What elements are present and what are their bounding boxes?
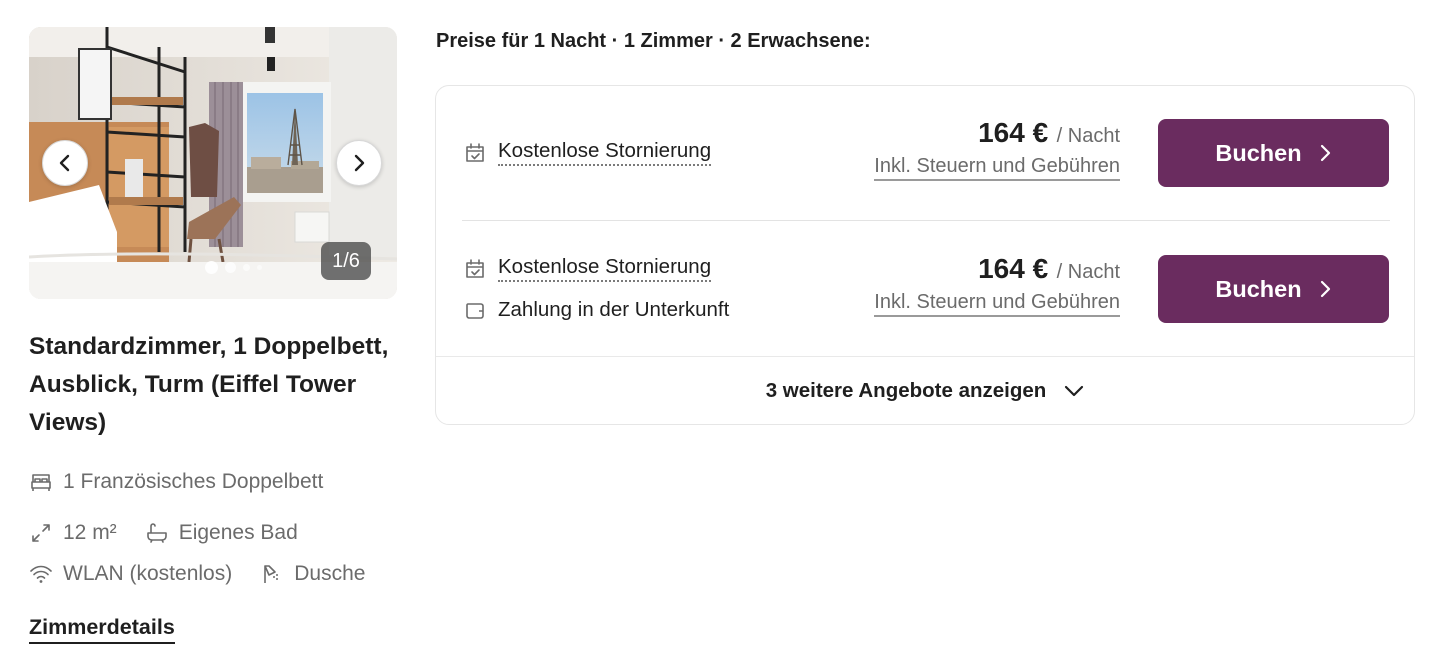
taxes-info-link[interactable]: Inkl. Steuern und Gebühren [874,155,1120,181]
book-button[interactable]: Buchen [1158,255,1389,323]
feature-bath-label: Eigenes Bad [178,521,298,544]
chevron-right-icon [354,154,365,172]
wifi-icon [30,565,52,583]
room-photo-gallery[interactable]: 1/6 [29,27,397,299]
feature-bed: 1 Französisches Doppelbett [29,468,397,496]
book-button-label: Buchen [1215,139,1302,166]
gallery-dot[interactable] [225,262,236,273]
gallery-prev-button[interactable] [42,140,88,186]
price-amount: 164 € [978,117,1049,148]
price-per-night: / Nacht [1056,125,1120,147]
gallery-dot[interactable] [257,265,262,270]
shower-icon [264,565,279,583]
price-amount: 164 € [978,253,1049,284]
expand-arrows-icon [32,524,50,542]
prices-header: Preise für 1 Nacht · 1 Zimmer · 2 Erwach… [436,30,871,52]
book-button-label: Buchen [1215,275,1302,302]
feature-size-label: 12 m² [63,521,117,544]
chevron-right-icon [1320,144,1330,162]
offer-condition: Zahlung in der Unterkunft [464,298,729,322]
wallet-icon [466,303,484,319]
chevron-down-icon [1065,385,1084,397]
offer-divider [462,220,1390,221]
offer-row: Kostenlose Stornierung Zahlung in der Un… [436,222,1414,357]
room-card: 1/6 Standardzimmer, 1 Doppelbett, Ausbli… [29,27,397,644]
price-block: 164 € / Nacht Inkl. Steuern und Gebühren [874,253,1120,317]
gallery-pagination-dots [205,261,262,274]
gallery-dot-active[interactable] [205,261,218,274]
chevron-left-icon [59,154,70,172]
feature-wifi: WLAN (kostenlos) [29,560,232,588]
taxes-info-link[interactable]: Inkl. Steuern und Gebühren [874,291,1120,317]
feature-shower-label: Dusche [294,562,366,585]
room-details-link[interactable]: Zimmerdetails [29,615,175,644]
feature-shower: Dusche [260,560,365,588]
price-per-night: / Nacht [1056,261,1120,283]
show-more-offers-button[interactable]: 3 weitere Angebote anzeigen [436,357,1414,425]
room-offer-page: 1/6 Standardzimmer, 1 Doppelbett, Ausbli… [0,0,1448,668]
book-button[interactable]: Buchen [1158,119,1389,187]
gallery-dot[interactable] [243,264,250,271]
calendar-check-icon [466,142,484,162]
gallery-next-button[interactable] [336,140,382,186]
show-more-offers-label: 3 weitere Angebote anzeigen [765,379,1047,402]
bathtub-icon [146,523,167,543]
feature-wifi-label: WLAN (kostenlos) [63,562,233,585]
feature-bath: Eigenes Bad [145,519,298,547]
offers-card: Kostenlose Stornierung 164 € / Nacht Ink… [435,85,1415,425]
calendar-check-icon [466,258,484,278]
feature-bed-label: 1 Französisches Doppelbett [63,470,324,493]
price-block: 164 € / Nacht Inkl. Steuern und Gebühren [874,117,1120,181]
free-cancellation-link[interactable]: Kostenlose Stornierung [498,139,712,166]
chevron-right-icon [1320,280,1330,298]
pay-at-property-label: Zahlung in der Unterkunft [498,298,730,321]
feature-size: 12 m² [29,519,117,547]
free-cancellation-link[interactable]: Kostenlose Stornierung [498,255,712,282]
bed-icon [31,474,51,491]
room-title: Standardzimmer, 1 Doppelbett, Ausblick, … [29,333,389,436]
gallery-counter: 1/6 [321,242,371,280]
offer-condition: Kostenlose Stornierung [464,139,712,166]
offer-row: Kostenlose Stornierung 164 € / Nacht Ink… [436,86,1414,221]
offer-condition: Kostenlose Stornierung [464,255,712,282]
